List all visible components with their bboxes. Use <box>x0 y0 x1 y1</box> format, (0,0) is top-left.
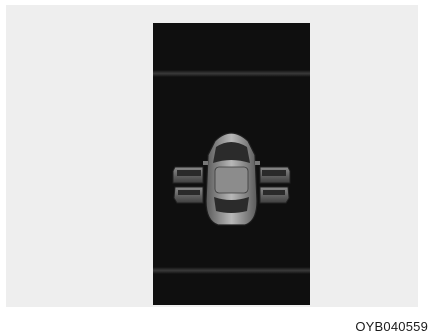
display-divider-bottom <box>153 267 310 274</box>
front-right-door <box>259 166 291 184</box>
figure-code: OYB040559 <box>355 319 428 334</box>
rear-right-door <box>259 186 290 204</box>
display-divider-top <box>153 70 310 77</box>
car-body <box>203 132 260 226</box>
front-left-door <box>172 166 204 184</box>
car-doors-open-icon <box>172 132 291 226</box>
illustration-frame <box>6 5 418 307</box>
rear-left-door <box>173 186 204 204</box>
cluster-display <box>153 23 310 305</box>
